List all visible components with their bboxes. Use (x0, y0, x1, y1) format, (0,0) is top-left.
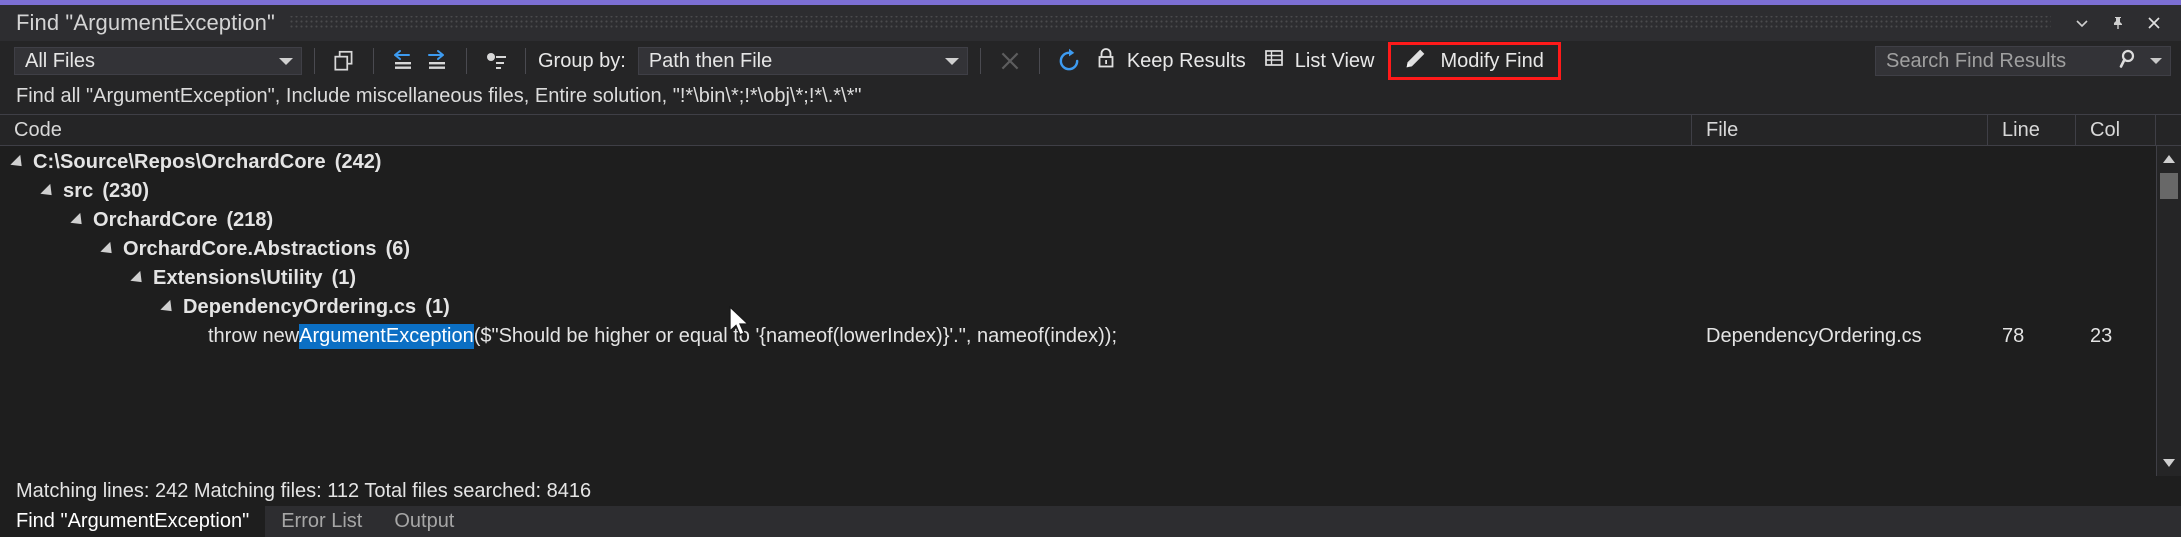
tree-node-count: (1) (331, 267, 357, 289)
tab-find-results[interactable]: Find "ArgumentException" (0, 506, 266, 537)
file-filter-value: All Files (25, 49, 96, 72)
list-view-button[interactable]: List View (1254, 45, 1383, 77)
window-controls (2065, 8, 2181, 38)
tree-node-label: OrchardCore.Abstractions (123, 238, 377, 260)
expander-triangle-icon[interactable] (70, 212, 87, 229)
toolbar-separator (314, 48, 315, 74)
toolbar-separator (466, 48, 467, 74)
group-sort-icon[interactable] (479, 46, 513, 76)
scrollbar-thumb[interactable] (2160, 173, 2178, 199)
tree-node-count: (6) (385, 238, 411, 260)
expand-all-icon[interactable] (420, 46, 454, 76)
window-title: Find "ArgumentException" (16, 10, 275, 35)
tree-node-count: (1) (425, 296, 450, 318)
expander-triangle-icon[interactable] (40, 183, 57, 200)
keep-results-label: Keep Results (1126, 49, 1246, 72)
tree-node-label: Extensions\Utility (153, 267, 323, 289)
tree-node-row[interactable]: OrchardCore.Abstractions (6) (0, 235, 2156, 264)
group-by-label: Group by: (538, 49, 626, 72)
tree-node-label: src (63, 180, 94, 202)
match-suffix: ($"Should be higher or equal to '{nameof… (473, 325, 1118, 347)
tabstrip-filler (470, 506, 2181, 537)
tree-node-row[interactable]: C:\Source\Repos\OrchardCore (242) (0, 148, 2156, 177)
results-area: C:\Source\Repos\OrchardCore (242) src (2… (0, 146, 2181, 476)
group-by-dropdown[interactable]: Path then File (637, 47, 968, 75)
drag-handle[interactable] (288, 16, 2051, 30)
grid-icon (1262, 46, 1286, 76)
column-header-line[interactable]: Line (1988, 115, 2076, 145)
pencil-icon (1403, 46, 1428, 76)
scroll-up-icon[interactable] (2157, 147, 2181, 171)
toolbar-separator (373, 48, 374, 74)
tree-node-label: C:\Source\Repos\OrchardCore (33, 151, 326, 173)
results-list: C:\Source\Repos\OrchardCore (242) src (2… (0, 146, 2156, 476)
minimize-icon[interactable] (2065, 8, 2099, 38)
tree-node-label: OrchardCore (93, 209, 218, 231)
match-highlight: ArgumentException (299, 324, 474, 349)
toolbar-separator (1038, 48, 1040, 74)
collapse-all-icon[interactable] (386, 46, 420, 76)
tree-node-row[interactable]: Extensions\Utility (1) (0, 264, 2156, 293)
keep-results-button[interactable]: Keep Results (1086, 45, 1254, 77)
vertical-scrollbar[interactable] (2156, 146, 2181, 476)
match-code-cell: throw new ArgumentException ($"Should be … (0, 324, 1692, 349)
column-header-file[interactable]: File (1692, 115, 1988, 145)
tree-node-count: (218) (226, 209, 274, 231)
match-line-cell: 78 (2002, 325, 2025, 347)
bottom-tabstrip: Find "ArgumentException" Error List Outp… (0, 506, 2181, 537)
chevron-down-icon[interactable] (2150, 58, 2162, 64)
expander-triangle-icon[interactable] (130, 270, 147, 287)
expander-triangle-icon[interactable] (160, 299, 177, 316)
tree-node-count: (230) (102, 180, 150, 202)
match-col-cell: 23 (2090, 325, 2113, 347)
toolbar-separator (979, 48, 981, 74)
find-results-window: Find "ArgumentException" All Files Group… (0, 0, 2181, 537)
column-header-code[interactable]: Code (0, 115, 1692, 145)
match-prefix: throw new (208, 325, 300, 347)
toolbar: All Files Group by: Path then File Keep … (0, 41, 2181, 81)
tree-node-row[interactable]: src (230) (0, 177, 2156, 206)
match-file-cell: DependencyOrdering.cs (1706, 325, 1922, 347)
toolbar-separator (525, 48, 526, 74)
status-text: Matching lines: 242 Matching files: 112 … (16, 479, 592, 502)
list-view-label: List View (1294, 49, 1375, 72)
tab-output[interactable]: Output (378, 506, 471, 537)
file-filter-dropdown[interactable]: All Files (14, 47, 302, 75)
refresh-icon[interactable] (1052, 46, 1086, 76)
close-icon[interactable] (2137, 8, 2171, 38)
tree-node-row[interactable]: DependencyOrdering.cs (1) (0, 293, 2156, 322)
chevron-down-icon (279, 57, 293, 65)
column-headers: Code File Line Col (0, 114, 2181, 146)
pin-icon[interactable] (2101, 8, 2135, 38)
modify-find-button[interactable]: Modify Find (1388, 42, 1561, 80)
column-header-filler (2156, 115, 2181, 145)
tab-error-list[interactable]: Error List (265, 506, 379, 537)
tree-node-label: DependencyOrdering.cs (183, 296, 417, 318)
search-placeholder: Search Find Results (1886, 49, 2067, 72)
tree-node-count: (242) (334, 151, 382, 173)
chevron-down-icon (944, 57, 959, 65)
column-header-col[interactable]: Col (2076, 115, 2156, 145)
scroll-down-icon[interactable] (2157, 451, 2181, 475)
search-icon[interactable] (2118, 47, 2142, 76)
group-by-value: Path then File (648, 49, 773, 72)
search-description: Find all "ArgumentException", Include mi… (16, 85, 862, 107)
lock-icon (1094, 46, 1118, 76)
titlebar: Find "ArgumentException" (0, 5, 2181, 41)
modify-find-label: Modify Find (1440, 49, 1544, 72)
copy-icon[interactable] (327, 46, 361, 76)
tree-node-row[interactable]: OrchardCore (218) (0, 206, 2156, 235)
expander-triangle-icon[interactable] (100, 241, 117, 258)
stop-search-icon (993, 46, 1027, 76)
expander-triangle-icon[interactable] (10, 154, 27, 171)
result-match-row[interactable]: throw new ArgumentException ($"Should be … (0, 322, 2156, 351)
search-find-results-input[interactable]: Search Find Results (1875, 46, 2171, 76)
status-bar: Matching lines: 242 Matching files: 112 … (0, 476, 2181, 506)
